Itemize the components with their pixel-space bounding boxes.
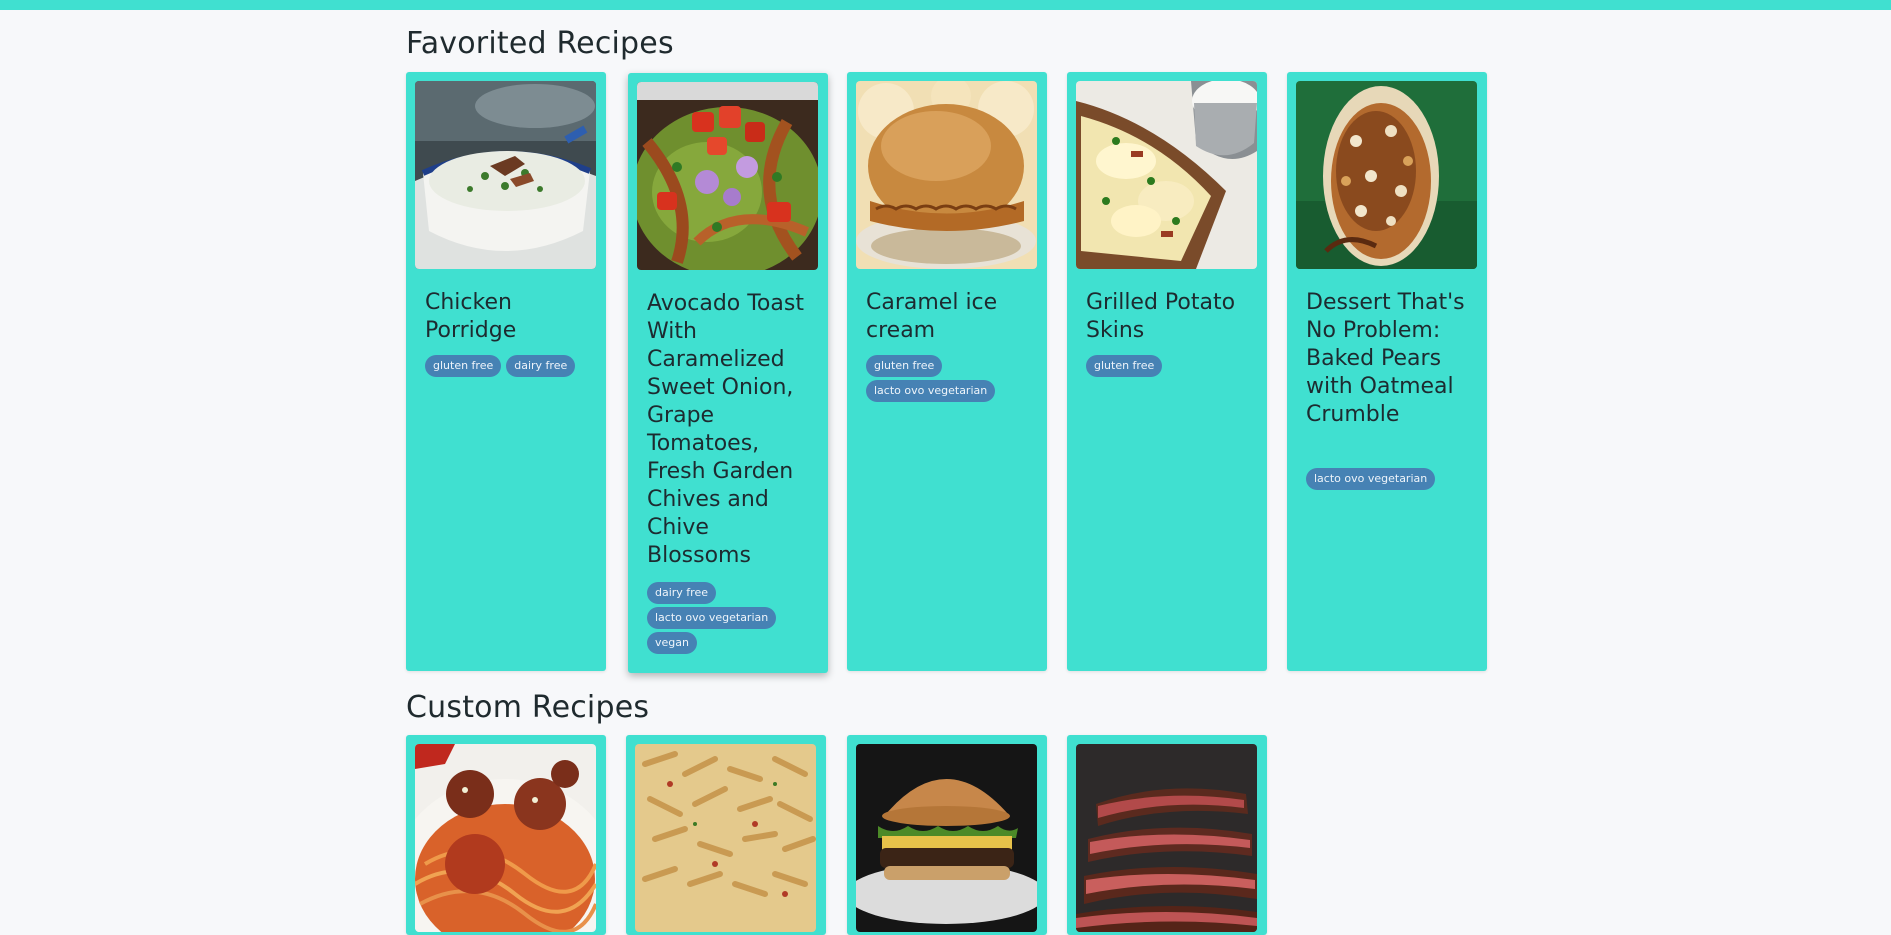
diet-tag: dairy free xyxy=(506,355,576,377)
favorite-recipe-card[interactable]: Dessert That's No Problem: Baked Pears w… xyxy=(1287,72,1487,671)
diet-tag: vegan xyxy=(647,632,697,654)
recipe-title[interactable]: Grilled Potato Skins xyxy=(1086,289,1256,345)
custom-recipe-card[interactable] xyxy=(1067,735,1267,935)
custom-heading: Custom Recipes xyxy=(406,690,650,725)
custom-recipe-card[interactable] xyxy=(406,735,606,935)
diet-tags: gluten free dairy free xyxy=(425,355,600,377)
recipe-title[interactable]: Caramel ice cream xyxy=(866,289,1036,345)
diet-tags: dairy free lacto ovo vegetarian vegan xyxy=(647,582,822,654)
favorite-recipe-card[interactable]: Caramel ice cream gluten free lacto ovo … xyxy=(847,72,1047,671)
diet-tags: lacto ovo vegetarian xyxy=(1306,468,1481,490)
diet-tag: gluten free xyxy=(425,355,502,377)
recipe-image xyxy=(637,82,818,270)
diet-tags: gluten free xyxy=(1086,355,1261,377)
diet-tags: gluten free lacto ovo vegetarian xyxy=(866,355,1041,402)
favorite-recipe-card[interactable]: Chicken Porridge gluten free dairy free xyxy=(406,72,606,671)
diet-tag: gluten free xyxy=(866,355,943,377)
diet-tag: lacto ovo vegetarian xyxy=(1306,468,1436,490)
favorites-heading: Favorited Recipes xyxy=(406,26,674,61)
custom-recipe-card[interactable] xyxy=(847,735,1047,935)
top-accent-bar xyxy=(0,0,1891,10)
diet-tag: lacto ovo vegetarian xyxy=(647,607,777,629)
diet-tag: lacto ovo vegetarian xyxy=(866,380,996,402)
burger-photo xyxy=(856,744,1037,932)
penne-pasta-photo xyxy=(635,744,816,932)
recipe-title[interactable]: Chicken Porridge xyxy=(425,289,595,345)
favorite-recipe-card[interactable]: Grilled Potato Skins gluten free xyxy=(1067,72,1267,671)
spaghetti-meatballs-photo xyxy=(415,744,596,932)
custom-recipe-card[interactable] xyxy=(626,735,826,935)
steak-photo xyxy=(1076,744,1257,932)
diet-tag: dairy free xyxy=(647,582,716,604)
diet-tag: gluten free xyxy=(1086,355,1163,377)
recipe-image xyxy=(856,81,1037,269)
recipe-image xyxy=(415,81,596,269)
favorite-recipe-card[interactable]: Avocado Toast With Caramelized Sweet Oni… xyxy=(628,73,828,673)
recipe-title[interactable]: Avocado Toast With Caramelized Sweet Oni… xyxy=(647,290,817,570)
recipe-image xyxy=(1076,81,1257,269)
recipe-image xyxy=(1296,81,1477,269)
recipe-title[interactable]: Dessert That's No Problem: Baked Pears w… xyxy=(1306,289,1476,429)
